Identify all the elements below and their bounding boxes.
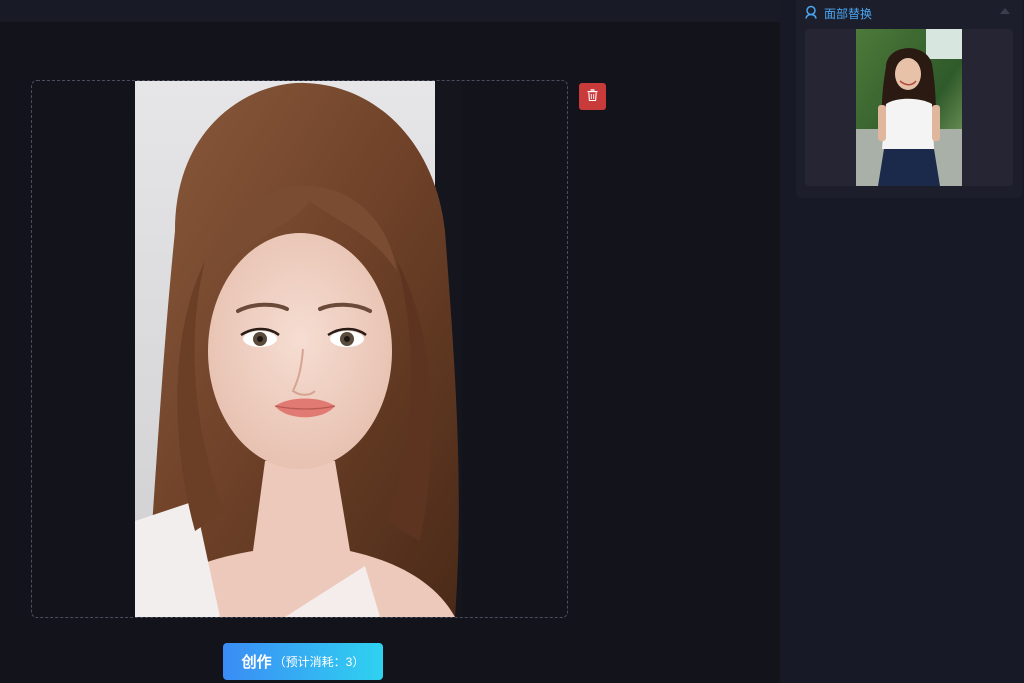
uploaded-portrait-image	[135, 81, 462, 617]
face-reference-slot[interactable]	[805, 29, 1013, 186]
trash-icon	[587, 89, 598, 104]
face-outline-icon	[804, 4, 818, 23]
image-drop-zone[interactable]	[31, 80, 568, 618]
face-swap-panel-header[interactable]: 面部替换	[796, 0, 1022, 26]
create-button-label: 创作	[241, 654, 272, 671]
delete-image-button[interactable]	[579, 83, 606, 110]
face-reference-thumbnail	[856, 29, 962, 186]
face-swap-panel-title: 面部替换	[824, 6, 873, 21]
estimated-cost-note: （预计消耗：3）	[273, 655, 365, 669]
create-button[interactable]: 创作 （预计消耗：3）	[223, 643, 383, 680]
face-swap-panel: 面部替换	[796, 0, 1022, 198]
caret-up-icon[interactable]	[1000, 8, 1010, 14]
top-bar	[0, 0, 780, 22]
